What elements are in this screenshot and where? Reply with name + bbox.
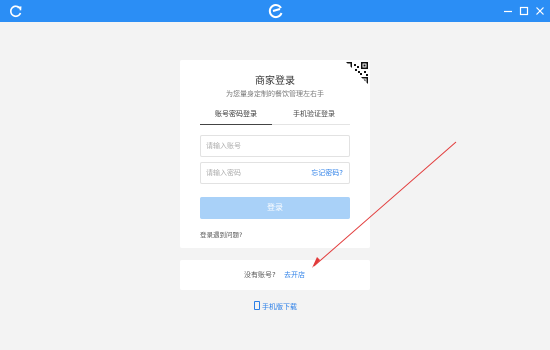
login-title: 商家登录 (255, 76, 295, 87)
mobile-phone-icon (254, 301, 260, 310)
password-field[interactable]: 忘记密码? (200, 162, 350, 184)
tab-divider (272, 124, 350, 125)
login-subtitle: 为您量身定制的餐饮管理左右手 (226, 90, 324, 98)
password-input[interactable] (206, 163, 302, 183)
mobile-download-link[interactable]: 手机版下载 (254, 301, 297, 312)
mobile-download-label: 手机版下载 (262, 303, 297, 311)
active-tab-indicator (200, 124, 272, 125)
app-logo-icon (268, 4, 283, 19)
open-shop-link[interactable]: 去开店 (284, 270, 305, 280)
account-input[interactable] (206, 136, 342, 156)
minimize-icon[interactable] (500, 3, 516, 19)
login-button[interactable]: 登录 (200, 197, 350, 219)
tab-password-login[interactable]: 账号密码登录 (200, 109, 272, 123)
maximize-icon[interactable] (516, 3, 532, 19)
refresh-icon[interactable] (8, 3, 24, 19)
login-trouble-link[interactable]: 登录遇到问题? (200, 229, 242, 239)
close-icon[interactable] (532, 3, 548, 19)
no-account-text: 没有账号? (244, 271, 276, 279)
tab-phone-login[interactable]: 手机验证登录 (278, 109, 350, 123)
account-field[interactable] (200, 135, 350, 157)
title-bar (0, 0, 550, 22)
forgot-password-link[interactable]: 忘记密码? (311, 168, 343, 178)
